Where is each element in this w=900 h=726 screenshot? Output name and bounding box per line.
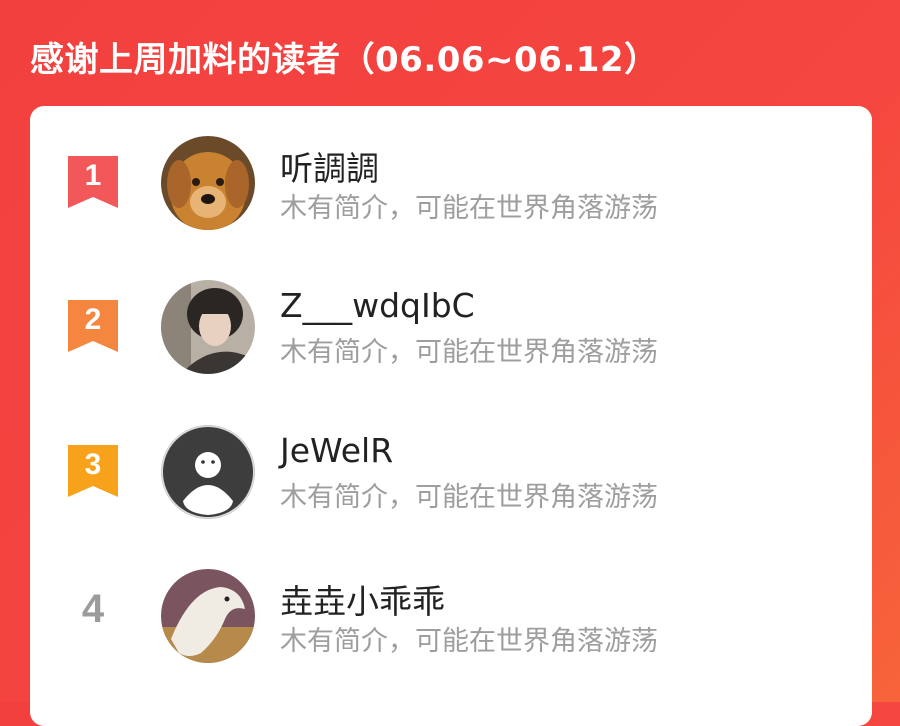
reader-name[interactable]: 垚垚小乖乖 bbox=[280, 575, 445, 623]
person-portrait-avatar[interactable] bbox=[161, 280, 255, 374]
readers-card: 1 听調調 木有简介，可能在世界角落游荡 2 Z___wdqIbC 木有简介，可… bbox=[30, 106, 872, 726]
reader-bio: 木有简介，可能在世界角落游荡 bbox=[280, 337, 658, 368]
rank-number: 2 bbox=[84, 303, 102, 336]
reader-name[interactable]: Z___wdqIbC bbox=[280, 286, 475, 325]
reader-name[interactable]: JeWelR bbox=[280, 431, 393, 470]
rank-ribbon-icon: 1 bbox=[68, 156, 118, 208]
rank-number: 1 bbox=[84, 159, 102, 192]
rank-ribbon-icon: 3 bbox=[68, 445, 118, 497]
default-ghost-avatar[interactable] bbox=[161, 425, 255, 519]
list-item[interactable]: 1 听調調 木有简介，可能在世界角落游荡 bbox=[30, 106, 872, 230]
reader-bio: 木有简介，可能在世界角落游荡 bbox=[280, 626, 658, 657]
list-item[interactable]: 3 JeWelR 木有简介，可能在世界角落游荡 bbox=[30, 395, 872, 519]
rank-ribbon-icon: 2 bbox=[68, 300, 118, 352]
reader-name[interactable]: 听調調 bbox=[280, 142, 379, 190]
reader-bio: 木有简介，可能在世界角落游荡 bbox=[280, 482, 658, 513]
white-horse-avatar[interactable] bbox=[161, 569, 255, 663]
rank-number: 3 bbox=[84, 448, 102, 481]
reader-bio: 木有简介，可能在世界角落游荡 bbox=[280, 193, 658, 224]
golden-retriever-avatar[interactable] bbox=[161, 136, 255, 230]
list-item[interactable]: 2 Z___wdqIbC 木有简介，可能在世界角落游荡 bbox=[30, 250, 872, 374]
list-item[interactable]: 4 垚垚小乖乖 木有简介，可能在世界角落游荡 bbox=[30, 539, 872, 663]
page-title: 感谢上周加料的读者（06.06~06.12） bbox=[30, 40, 659, 80]
rank-number: 4 bbox=[81, 587, 105, 631]
